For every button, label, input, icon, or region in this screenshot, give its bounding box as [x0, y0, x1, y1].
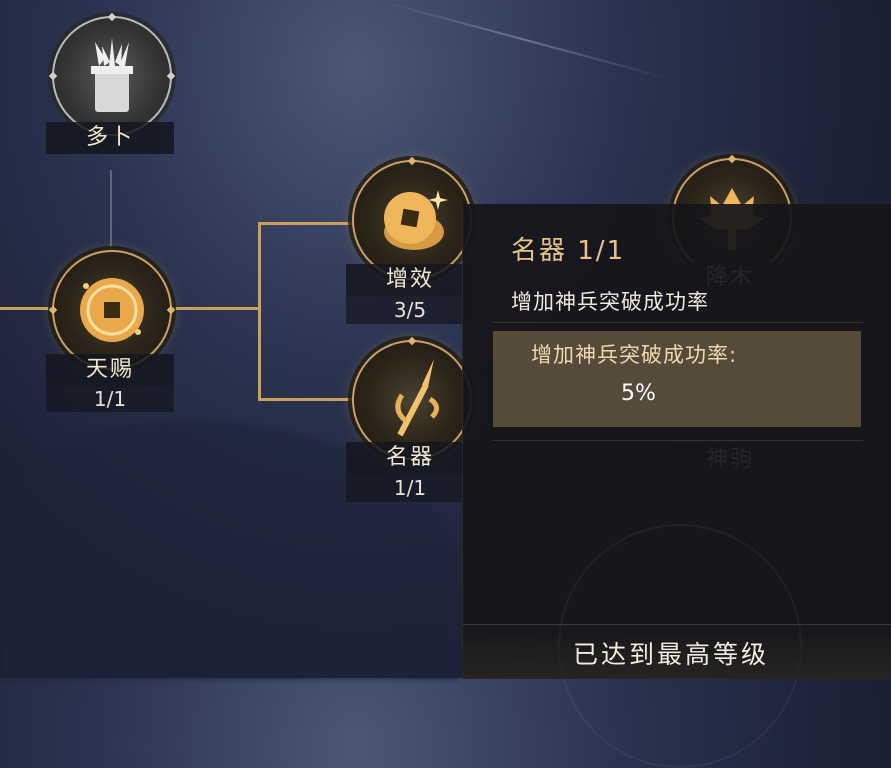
skill-label-duobu: 多卜 — [46, 122, 174, 154]
tooltip-divider — [493, 440, 863, 441]
connector-line — [0, 307, 52, 310]
tooltip-description: 增加神兵突破成功率 — [511, 290, 709, 314]
tooltip-title: 名器 1/1 — [511, 236, 626, 266]
tooltip-effect-box: 增加神兵突破成功率: 5% — [493, 331, 861, 427]
skill-level-mingqi: 1/1 — [346, 474, 474, 502]
skill-node-zengxiao[interactable] — [352, 156, 472, 280]
max-level-text: 已达到最高等级 — [573, 640, 770, 669]
spear-icon — [395, 359, 439, 437]
skill-level-zengxiao: 3/5 — [346, 296, 474, 324]
connector-line — [258, 222, 261, 400]
skill-node-duobu[interactable] — [48, 12, 176, 136]
skill-label-mingqi: 名器 — [346, 442, 474, 474]
connector-line — [258, 222, 353, 225]
skill-level-tianci: 1/1 — [46, 386, 174, 412]
skill-node-tianci[interactable] — [48, 250, 176, 370]
coin-icon — [80, 278, 144, 342]
tooltip-footer: 已达到最高等级 — [463, 624, 891, 679]
connector-line — [258, 398, 353, 401]
tooltip-effect-value: 5% — [621, 381, 656, 406]
tooltip-divider — [493, 322, 863, 323]
skill-label-tianci: 天赐 — [46, 354, 174, 386]
skill-tooltip: 名器 1/1 增加神兵突破成功率 增加神兵突破成功率: 5% 已达到最高等级 — [462, 204, 891, 768]
tooltip-effect-label: 增加神兵突破成功率: — [531, 343, 738, 367]
coin-stack-icon — [384, 190, 448, 250]
skill-label-zengxiao: 增效 — [346, 264, 474, 296]
connector-line — [170, 307, 260, 310]
arrow-quiver-icon — [91, 38, 133, 112]
sky-streak — [379, 0, 671, 80]
connector-line — [110, 170, 112, 250]
